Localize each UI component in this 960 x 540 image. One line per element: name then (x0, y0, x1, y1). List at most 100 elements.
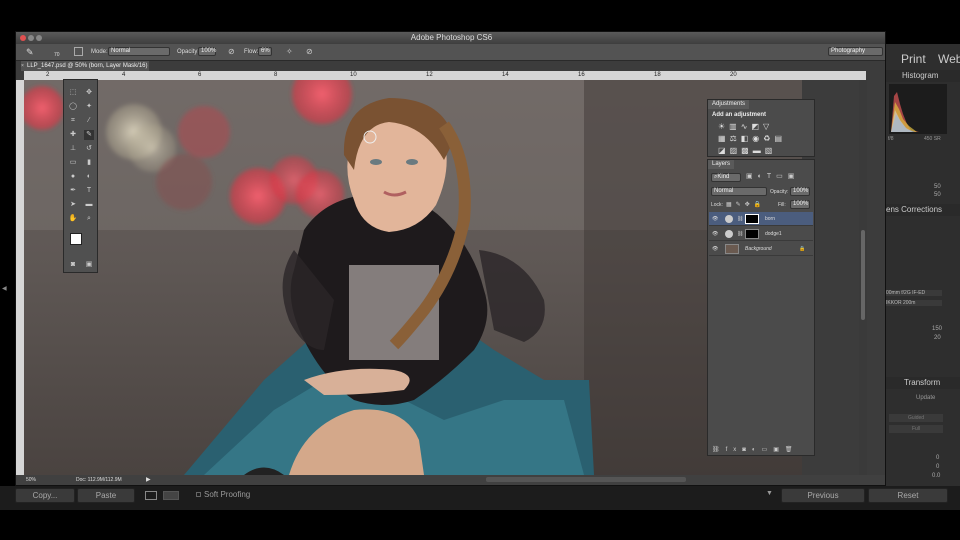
curves-icon[interactable]: ∿ (741, 122, 752, 131)
guided-button[interactable]: Guided (889, 414, 943, 422)
new-adjustment-icon[interactable]: ◐ (752, 447, 762, 453)
new-group-icon[interactable]: ▭ (762, 447, 774, 453)
link-layers-icon[interactable]: ⛓ (712, 447, 726, 453)
brush-panel-icon[interactable] (74, 47, 83, 56)
full-button[interactable]: Full (889, 425, 943, 433)
pressure-size-icon[interactable]: ⊘ (306, 47, 313, 56)
path-select-icon[interactable]: ➤ (68, 200, 78, 210)
collapse-left-icon[interactable]: ◀ (2, 285, 7, 292)
photo-filter-icon[interactable]: ◉ (752, 134, 763, 143)
workspace-select[interactable]: Photography (828, 47, 883, 56)
link-icon[interactable]: ⛓ (737, 227, 743, 241)
color-balance-icon[interactable]: ⚖ (730, 134, 741, 143)
hue-sat-icon[interactable]: ▦ (718, 134, 730, 143)
lens-profile-name[interactable]: IKKOR 200m (886, 300, 942, 306)
horizontal-scrollbar[interactable] (486, 477, 686, 482)
marquee-tool-icon[interactable]: ⬚ (68, 88, 78, 98)
threshold-icon[interactable]: ▩ (741, 146, 753, 155)
hand-tool-icon[interactable]: ✋ (68, 214, 78, 224)
move-tool-icon[interactable]: ✥ (84, 88, 94, 98)
minimize-button[interactable] (28, 35, 34, 41)
web-module-link[interactable]: Web (938, 52, 960, 66)
vertical-scrollbar[interactable] (859, 80, 867, 475)
airbrush-icon[interactable]: ✧ (286, 47, 293, 56)
zoom-level[interactable]: 50% (26, 477, 36, 483)
layer-row-dodge1[interactable]: 👁 ⛓ dodge1 (709, 227, 813, 241)
brush-tool-icon[interactable]: ✎ (26, 47, 34, 58)
invert-icon[interactable]: ◪ (718, 146, 730, 155)
blend-mode-select[interactable]: Normal (711, 187, 767, 196)
mode-select[interactable]: Normal (108, 47, 170, 56)
flow-input[interactable]: 6% (258, 47, 272, 56)
lens-profile-model[interactable]: 00mm f/2G IF-ED (886, 290, 942, 296)
fx-icon[interactable]: fx (726, 447, 743, 453)
lock-icons[interactable]: ▦✎✥🔒 (726, 201, 765, 208)
fill-input[interactable]: 100% (790, 200, 810, 209)
brightness-icon[interactable]: ☀ (718, 122, 729, 131)
eyedropper-icon[interactable]: ⁄ (84, 116, 94, 126)
layer-filter-select[interactable]: ⌕Kind (711, 173, 741, 182)
layer-name[interactable]: Background (745, 242, 772, 256)
dodge-tool-icon[interactable]: ◐ (84, 172, 94, 182)
layer-mask-thumbnail[interactable] (745, 214, 759, 224)
reset-button[interactable]: Reset (868, 488, 948, 503)
document-tab[interactable]: LLP_1647.psd @ 50% (born, Layer Mask/16)… (21, 61, 149, 71)
color-lookup-icon[interactable]: ▤ (774, 134, 786, 143)
pen-tool-icon[interactable]: ✒ (68, 186, 78, 196)
opacity-input[interactable]: 100% (198, 47, 216, 56)
visibility-eye-icon[interactable]: 👁 (712, 242, 718, 256)
scroll-thumb[interactable] (861, 230, 865, 320)
foreground-color-swatch[interactable] (70, 233, 82, 245)
layer-name[interactable]: dodge1 (765, 227, 782, 241)
trash-icon[interactable]: 🗑 (785, 447, 799, 453)
type-tool-icon[interactable]: T (84, 186, 94, 196)
gradient-icon[interactable]: ▮ (84, 158, 94, 168)
clone-stamp-icon[interactable]: ⊥ (68, 144, 78, 154)
zoom-tool-icon[interactable]: ⌕ (84, 214, 94, 224)
close-tab-icon[interactable]: × (21, 61, 24, 71)
layers-tab[interactable]: Layers (708, 160, 735, 169)
adjustments-tab[interactable]: Adjustments (708, 100, 750, 109)
transform-header[interactable]: Transform (886, 377, 960, 389)
close-button[interactable] (20, 35, 26, 41)
posterize-icon[interactable]: ▨ (730, 146, 742, 155)
zoom-button[interactable] (36, 35, 42, 41)
exposure-icon[interactable]: ◩ (751, 122, 763, 131)
copy-button[interactable]: Copy... (15, 488, 75, 503)
quick-select-icon[interactable]: ✦ (84, 102, 94, 112)
crop-tool-icon[interactable]: ⌗ (68, 116, 78, 126)
blur-tool-icon[interactable]: ● (68, 172, 78, 182)
view-mode-icon[interactable] (145, 491, 157, 500)
soft-proofing-checkbox[interactable] (196, 492, 201, 497)
status-menu-icon[interactable]: ▶ (146, 476, 151, 483)
quick-mask-icon[interactable]: ◙ (68, 260, 78, 270)
layer-name[interactable]: born (765, 212, 775, 226)
lens-corrections-header[interactable]: ens Corrections (886, 204, 960, 216)
channel-mixer-icon[interactable]: ♻ (763, 134, 774, 143)
lasso-tool-icon[interactable]: ◯ (68, 102, 78, 112)
add-mask-icon[interactable]: ◙ (742, 447, 752, 453)
history-brush-icon[interactable]: ↺ (84, 144, 94, 154)
healing-brush-icon[interactable]: ✚ (68, 130, 78, 140)
gradient-map-icon[interactable]: ▬ (753, 146, 765, 155)
brush-size[interactable]: 70 (54, 52, 60, 58)
layer-opacity-input[interactable]: 100% (790, 187, 810, 196)
layer-row-background[interactable]: 👁 Background 🔒 (709, 242, 813, 256)
vibrance-icon[interactable]: ▽ (763, 122, 773, 131)
new-layer-icon[interactable]: ▣ (773, 447, 785, 453)
link-icon[interactable]: ⛓ (737, 212, 743, 226)
image-canvas[interactable] (24, 80, 802, 475)
pressure-opacity-icon[interactable]: ⊘ (228, 47, 235, 56)
paste-button[interactable]: Paste (77, 488, 135, 503)
selective-color-icon[interactable]: ▧ (765, 146, 777, 155)
compare-view-icon[interactable] (163, 491, 179, 500)
update-button[interactable]: Update (916, 395, 935, 401)
screen-mode-icon[interactable]: ▣ (84, 260, 94, 270)
histogram-header[interactable]: Histogram (886, 70, 960, 82)
layer-row-born[interactable]: 👁 ⛓ born (709, 212, 813, 226)
layer-thumbnail[interactable] (725, 244, 739, 254)
bw-icon[interactable]: ◧ (741, 134, 753, 143)
layer-mask-thumbnail[interactable] (745, 229, 759, 239)
shape-tool-icon[interactable]: ▬ (84, 200, 94, 210)
doc-info[interactable]: Doc: 112.9M/112.9M (76, 477, 122, 483)
